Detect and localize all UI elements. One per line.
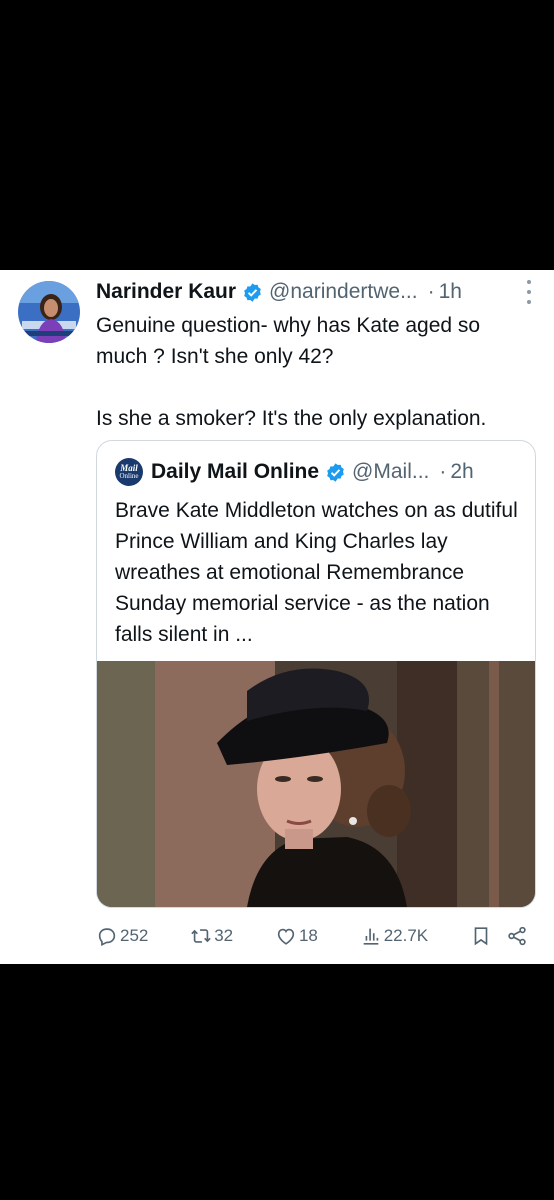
like-button[interactable]: 18 — [275, 925, 318, 947]
repost-icon — [191, 929, 211, 943]
quoted-tweet-header: Mail Online Daily Mail Online @Mail... ·… — [115, 457, 519, 487]
repost-count: 32 — [214, 926, 234, 945]
reply-icon — [98, 928, 116, 947]
tweet-timestamp[interactable]: 1h — [439, 280, 462, 304]
tweet-card[interactable]: Narinder Kaur @narindertwe... · 1h Genui… — [0, 270, 554, 964]
action-bar: 252 32 18 22.7K — [96, 920, 528, 952]
action-icons-group — [470, 925, 528, 947]
tweet-header: Narinder Kaur @narindertwe... · 1h — [96, 276, 534, 308]
logo-text: Mail — [120, 463, 138, 473]
quoted-avatar[interactable]: Mail Online — [115, 458, 143, 486]
quoted-timestamp[interactable]: 2h — [450, 460, 473, 484]
like-count: 18 — [298, 926, 318, 945]
more-vertical-icon[interactable] — [526, 280, 532, 304]
quoted-tweet-image[interactable] — [97, 661, 535, 907]
like-icon — [277, 928, 295, 945]
quoted-tweet[interactable]: Mail Online Daily Mail Online @Mail... ·… — [96, 440, 536, 908]
logo-text: Online — [119, 472, 139, 480]
verified-badge-icon — [244, 282, 261, 302]
reply-count: 252 — [120, 926, 149, 945]
tweet-text-paragraph: Genuine question- why has Kate aged so m… — [96, 314, 481, 368]
meta-separator: · — [439, 460, 447, 483]
views-icon — [363, 928, 379, 945]
author-name[interactable]: Narinder Kaur — [96, 280, 236, 304]
quoted-author-handle[interactable]: @Mail... — [352, 460, 429, 484]
meta-separator: · — [427, 280, 435, 303]
author-avatar[interactable] — [18, 281, 80, 343]
tweet-text-paragraph: Is she a smoker? It's the only explanati… — [96, 407, 487, 430]
tweet-text: Genuine question- why has Kate aged so m… — [96, 310, 536, 434]
views-count: 22.7K — [383, 926, 429, 945]
share-icon[interactable] — [506, 925, 528, 947]
verified-badge-icon — [327, 462, 344, 482]
quoted-author-name[interactable]: Daily Mail Online — [151, 460, 319, 484]
reply-button[interactable]: 252 — [96, 925, 148, 947]
bookmark-icon[interactable] — [470, 925, 492, 947]
repost-button[interactable]: 32 — [190, 925, 233, 947]
views-button[interactable]: 22.7K — [360, 925, 428, 947]
quoted-tweet-text: Brave Kate Middleton watches on as dutif… — [115, 499, 518, 646]
author-handle[interactable]: @narindertwe... — [269, 280, 418, 304]
